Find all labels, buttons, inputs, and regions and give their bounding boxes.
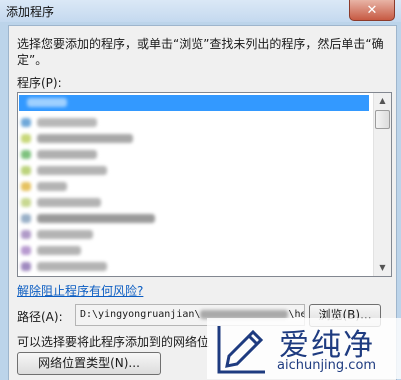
window-title: 添加程序 [6,5,55,19]
program-list-label: 程序(P): [17,76,62,90]
redacted-text [37,166,107,175]
instruction-text: 选择您要添加的程序，或单击“浏览”查找未列出的程序，然后单击“确定”。 [17,37,384,67]
redacted-text [27,98,67,107]
list-item-selected[interactable] [19,95,369,111]
close-button[interactable]: ✕ [349,0,395,21]
redacted-text [37,118,97,127]
list-item[interactable] [21,211,221,225]
program-icon [21,246,31,255]
arrow-down-icon: ▼ [379,263,386,272]
redacted-text [37,182,67,191]
redacted-text [37,214,155,223]
network-hint-text: 可以选择要将此程序添加到的网络位 [17,335,210,349]
vertical-scrollbar[interactable]: ▲ ▼ [373,93,391,276]
redacted-text [37,134,133,143]
program-icon [21,118,31,127]
arrow-up-icon: ▲ [379,96,386,105]
scroll-down-button[interactable]: ▼ [375,260,390,275]
program-icon [21,182,31,191]
redacted-text [37,246,81,255]
program-icon [21,262,31,271]
list-item[interactable] [21,163,221,177]
redacted-text [37,198,101,207]
list-item[interactable] [21,115,221,129]
program-icon [21,230,31,239]
network-location-type-button[interactable]: 网络位置类型(N)... [17,352,161,375]
program-icon [21,214,31,223]
watermark-url: aichunjing.com [277,358,377,373]
scroll-thumb[interactable] [375,110,390,129]
redacted-text [37,150,97,159]
program-list[interactable]: ▲ ▼ [17,92,392,277]
watermark-logo-icon [217,326,265,374]
unblock-risk-link[interactable]: 解除阻止程序有何风险? [17,282,143,299]
program-icon [21,134,31,143]
close-icon: ✕ [366,2,378,18]
path-prefix: D:\yingyongruanjian\ [80,309,201,320]
list-item[interactable] [21,147,221,161]
list-item[interactable] [21,179,221,193]
redacted-text [37,230,93,239]
program-icon [21,150,31,159]
list-item[interactable] [21,131,221,145]
watermark: 爱纯净 aichunjing.com [207,318,401,379]
program-icon [21,166,31,175]
list-item[interactable] [21,227,221,241]
redacted-text [37,262,107,271]
list-item[interactable] [21,243,221,257]
scroll-up-button[interactable]: ▲ [375,93,390,108]
title-bar[interactable]: 添加程序 ✕ [0,0,401,22]
list-item[interactable] [21,259,221,273]
path-label: 路径(A): [17,310,63,324]
list-item[interactable] [21,195,221,209]
program-icon [21,198,31,207]
